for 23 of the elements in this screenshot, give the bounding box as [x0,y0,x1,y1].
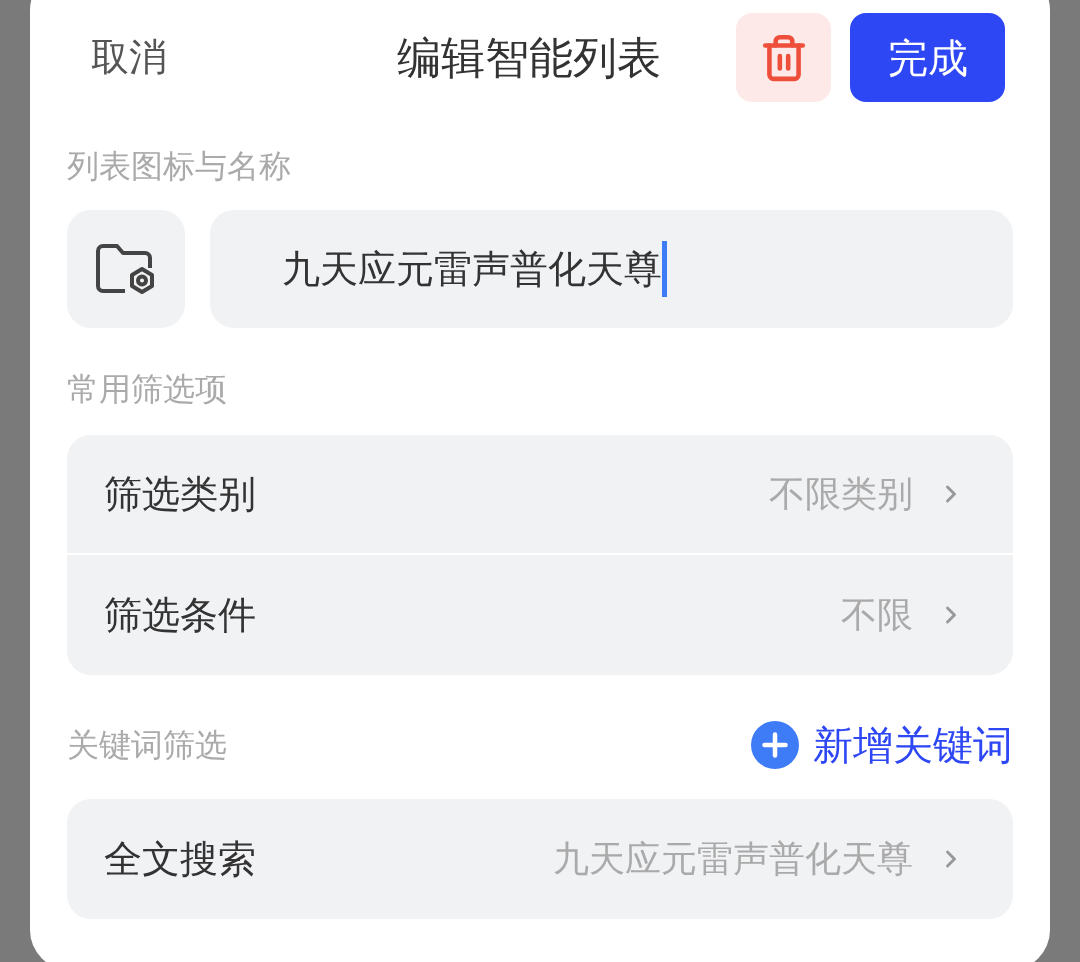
field-value: 九天应元雷声普化天尊 [282,246,662,292]
row-value: 九天应元雷声普化天尊 [553,837,913,881]
cancel-button[interactable]: 取消 [91,29,291,86]
section-label: 关键词筛选 [67,726,227,765]
delete-button[interactable] [736,13,831,102]
done-button[interactable]: 完成 [850,13,1005,102]
list-icon-button[interactable] [67,210,185,328]
text-cursor [662,241,667,297]
row-label: 筛选类别 [104,471,256,517]
add-keyword-button[interactable]: 新增关键词 [751,715,1013,775]
section-label: 常用筛选项 [67,370,228,409]
row-value: 不限类别 [769,472,913,516]
plus-icon [751,721,799,769]
section-label: 列表图标与名称 [67,147,292,186]
list-name-field[interactable]: 九天应元雷声普化天尊 [210,210,1013,328]
row-value: 不限 [841,593,913,637]
filter-row[interactable]: 筛选类别 不限类别 [67,435,1013,555]
row-label: 筛选条件 [104,592,256,638]
folder-gear-icon [95,243,157,295]
filter-row[interactable]: 全文搜索 九天应元雷声普化天尊 [67,799,1013,919]
filter-row[interactable]: 筛选条件 不限 [67,555,1013,675]
row-label: 全文搜索 [104,836,256,882]
sheet-title: 编辑智能列表 [397,31,661,84]
